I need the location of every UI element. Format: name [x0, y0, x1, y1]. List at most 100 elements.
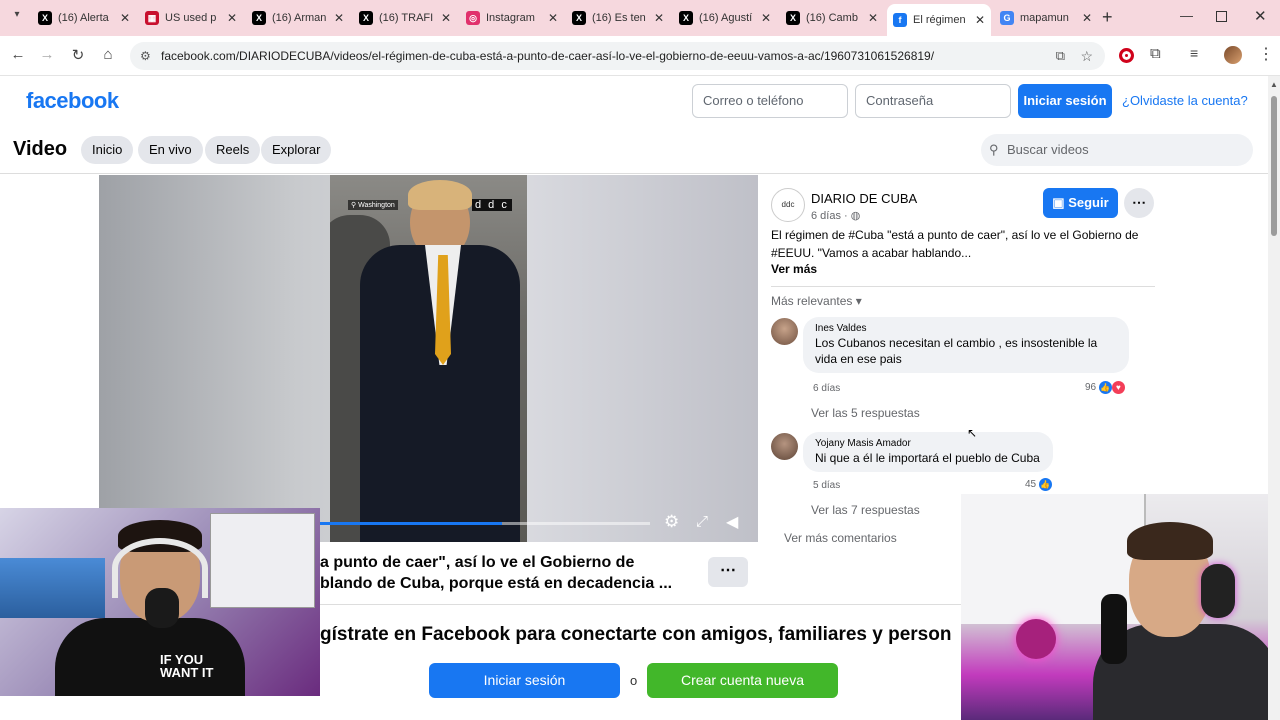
- video-search-input[interactable]: ⚲ Buscar videos: [981, 134, 1253, 166]
- tab-title: US used p: [165, 12, 217, 24]
- video-progress-track[interactable]: [320, 522, 650, 525]
- tab-favicon-icon: X: [38, 11, 52, 25]
- comment-author[interactable]: Ines Valdes: [815, 323, 1117, 334]
- tab-title: mapamun: [1020, 12, 1069, 24]
- tab-close-icon[interactable]: ✕: [548, 11, 558, 25]
- tab-close-icon[interactable]: ✕: [1082, 11, 1092, 25]
- browser-toolbar: ← → ↻ ⌂ ⚙ facebook.com/DIARIODECUBA/vide…: [0, 36, 1280, 76]
- tab-close-icon[interactable]: ✕: [441, 11, 451, 25]
- page-title: Video: [13, 138, 68, 160]
- browser-tab[interactable]: X (16) Arman ✕: [246, 4, 350, 32]
- browser-tab[interactable]: f El régimen ✕: [887, 4, 991, 36]
- view-replies-link[interactable]: Ver las 5 respuestas: [811, 406, 920, 420]
- reaction-count: 96 👍 ♥: [1085, 381, 1125, 394]
- webcam-overlay-right: [961, 494, 1280, 720]
- facebook-logo[interactable]: facebook: [26, 88, 119, 114]
- video-player[interactable]: ⚲ Washington d d c ⚙ ⤢ ◀: [99, 175, 758, 542]
- tab-favicon-icon: X: [572, 11, 586, 25]
- settings-icon[interactable]: ⚙: [664, 512, 679, 532]
- new-tab-button[interactable]: +: [1102, 7, 1113, 28]
- bookmark-star-icon[interactable]: ☆: [1080, 42, 1093, 70]
- create-account-button[interactable]: Crear cuenta nueva: [647, 663, 838, 698]
- post-time: 6 días · ◍: [811, 209, 860, 222]
- browser-tab[interactable]: X (16) Alerta ✕: [32, 4, 136, 32]
- page-scrollbar[interactable]: ▲: [1268, 76, 1280, 720]
- tab-en-vivo[interactable]: En vivo: [138, 136, 203, 164]
- browser-tab[interactable]: Gmapamun ✕: [994, 4, 1098, 32]
- tab-close-icon[interactable]: ✕: [654, 11, 664, 25]
- follow-button[interactable]: ▣ Seguir: [1043, 188, 1118, 218]
- sort-dropdown[interactable]: Más relevantes ▾: [771, 294, 862, 308]
- view-replies-link[interactable]: Ver las 7 respuestas: [811, 503, 920, 517]
- tab-reels[interactable]: Reels: [205, 136, 261, 164]
- tab-close-icon[interactable]: ✕: [868, 11, 878, 25]
- scrollbar-thumb[interactable]: [1271, 96, 1277, 236]
- video-progress-fill: [320, 522, 502, 525]
- extensions-icon[interactable]: ⧉: [1150, 45, 1161, 62]
- more-comments-link[interactable]: Ver más comentarios: [784, 531, 897, 545]
- fullscreen-icon[interactable]: ⤢: [696, 513, 708, 530]
- tab-explorar[interactable]: Explorar: [261, 136, 332, 164]
- tab-inicio[interactable]: Inicio: [81, 136, 134, 164]
- home-icon[interactable]: ⌂: [98, 46, 118, 63]
- neon-decoration: [1016, 619, 1056, 659]
- volume-icon[interactable]: ◀: [726, 512, 738, 532]
- site-info-icon[interactable]: ⚙: [140, 42, 151, 70]
- post-options-button[interactable]: ⋯: [1124, 188, 1154, 218]
- maximize-window-button[interactable]: [1216, 11, 1227, 22]
- url-text: facebook.com/DIARIODECUBA/videos/el-régi…: [161, 49, 935, 63]
- browser-tab[interactable]: ◎ Instagram ✕: [460, 4, 564, 32]
- minimize-window-button[interactable]: —: [1180, 8, 1193, 23]
- email-field[interactable]: Correo o teléfono: [692, 84, 848, 118]
- address-bar[interactable]: ⚙ facebook.com/DIARIODECUBA/videos/el-ré…: [130, 42, 1105, 70]
- tab-close-icon[interactable]: ✕: [975, 13, 985, 27]
- caption-options-button[interactable]: ⋯: [708, 557, 748, 587]
- install-app-icon[interactable]: ⧉: [1056, 42, 1065, 70]
- reaction-count-text: 96: [1085, 382, 1097, 393]
- browser-tab[interactable]: X (16) Agustí ✕: [673, 4, 777, 32]
- commenter-avatar[interactable]: [771, 318, 798, 345]
- location-text: Washington: [358, 202, 395, 209]
- reload-icon[interactable]: ↻: [68, 46, 88, 64]
- password-field[interactable]: Contraseña: [855, 84, 1011, 118]
- profile-avatar[interactable]: [1224, 46, 1242, 64]
- tab-close-icon[interactable]: ✕: [761, 11, 771, 25]
- see-more-link[interactable]: Ver más: [771, 262, 817, 276]
- tab-title: (16) TRAFI: [379, 12, 434, 24]
- browser-tab[interactable]: X (16) TRAFI ✕: [353, 4, 457, 32]
- scroll-up-arrow[interactable]: ▲: [1268, 80, 1280, 89]
- signup-banner: gístrate en Facebook para conectarte con…: [320, 604, 962, 720]
- forgot-account-link[interactable]: ¿Olvidaste la cuenta?: [1122, 93, 1248, 108]
- caption-line1: a punto de caer", así lo ve el Gobierno …: [320, 554, 635, 571]
- location-tag: ⚲ Washington: [348, 200, 398, 210]
- comment-author[interactable]: Yojany Masis Amador: [815, 438, 1041, 449]
- microphone: [1101, 594, 1127, 664]
- page-avatar[interactable]: ddc: [771, 188, 805, 222]
- comment-time[interactable]: 6 días: [813, 383, 840, 394]
- video-subnav: Video Inicio En vivo Reels Explorar ⚲ Bu…: [0, 126, 1268, 174]
- page-name[interactable]: DIARIO DE CUBA: [811, 191, 917, 206]
- mouse-cursor: ↖: [967, 426, 978, 440]
- browser-tab[interactable]: X (16) Camb ✕: [780, 4, 884, 32]
- browser-menu-icon[interactable]: ⋮: [1258, 44, 1274, 64]
- forward-icon[interactable]: →: [37, 46, 57, 63]
- tab-search-button[interactable]: ▾: [8, 9, 26, 27]
- comment-bubble: Yojany Masis Amador Ni que a él le impor…: [803, 432, 1053, 472]
- media-control-icon[interactable]: ≡: [1190, 45, 1198, 61]
- tab-favicon-icon: f: [893, 13, 907, 27]
- tab-favicon-icon: X: [359, 11, 373, 25]
- close-window-button[interactable]: ✕: [1254, 7, 1267, 25]
- tab-close-icon[interactable]: ✕: [334, 11, 344, 25]
- tab-close-icon[interactable]: ✕: [120, 11, 130, 25]
- login-button[interactable]: Iniciar sesión: [1018, 84, 1112, 118]
- opera-extension-icon[interactable]: [1119, 48, 1134, 63]
- commenter-avatar[interactable]: [771, 433, 798, 460]
- banner-login-button[interactable]: Iniciar sesión: [429, 663, 620, 698]
- comment-text: Los Cubanos necesitan el cambio , es ins…: [815, 336, 1098, 350]
- back-icon[interactable]: ←: [8, 46, 28, 63]
- tab-favicon-icon: X: [252, 11, 266, 25]
- browser-tab[interactable]: X (16) Es ten ✕: [566, 4, 670, 32]
- comment-time[interactable]: 5 días: [813, 480, 840, 491]
- browser-tab[interactable]: ▦ US used p ✕: [139, 4, 243, 32]
- tab-close-icon[interactable]: ✕: [227, 11, 237, 25]
